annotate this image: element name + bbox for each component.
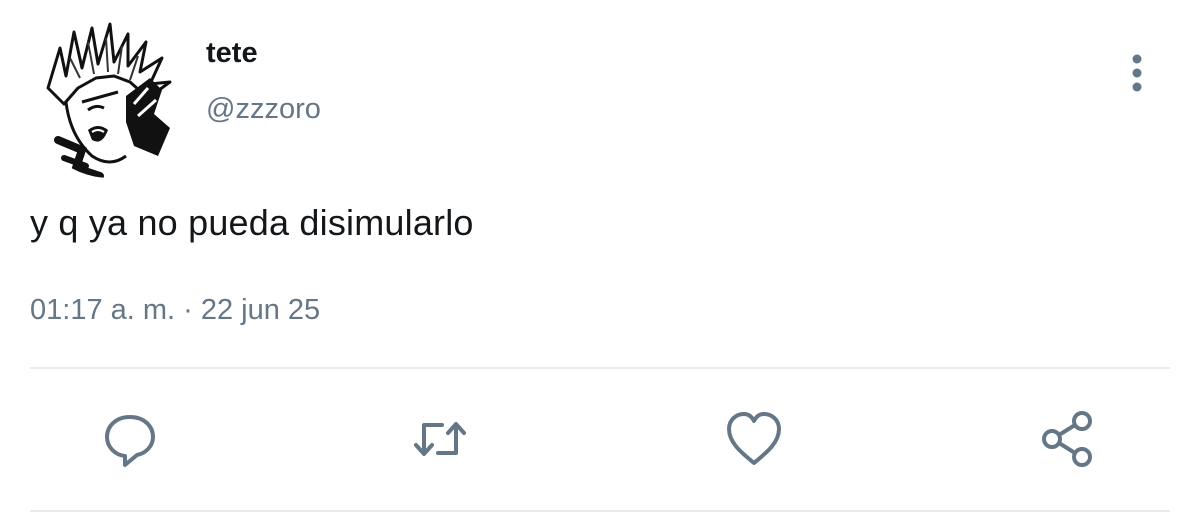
divider — [30, 510, 1170, 512]
more-vertical-icon[interactable] — [1122, 52, 1152, 94]
share-icon — [1042, 411, 1092, 467]
retweet-button[interactable] — [410, 409, 470, 469]
display-name[interactable]: tete — [206, 36, 258, 70]
divider — [30, 367, 1170, 369]
avatar[interactable] — [30, 18, 190, 178]
user-handle[interactable]: @zzzoro — [206, 92, 321, 126]
like-button[interactable] — [724, 409, 784, 469]
tweet-text: y q ya no pueda disimularlo — [30, 202, 474, 243]
tweet-timestamp[interactable]: 01:17 a. m. · 22 jun 25 — [30, 292, 320, 328]
retweet-icon — [414, 422, 466, 456]
reply-icon — [105, 415, 155, 467]
reply-button[interactable] — [100, 409, 160, 469]
heart-icon — [727, 412, 781, 465]
share-button[interactable] — [1038, 409, 1098, 469]
avatar-illustration — [30, 18, 190, 178]
